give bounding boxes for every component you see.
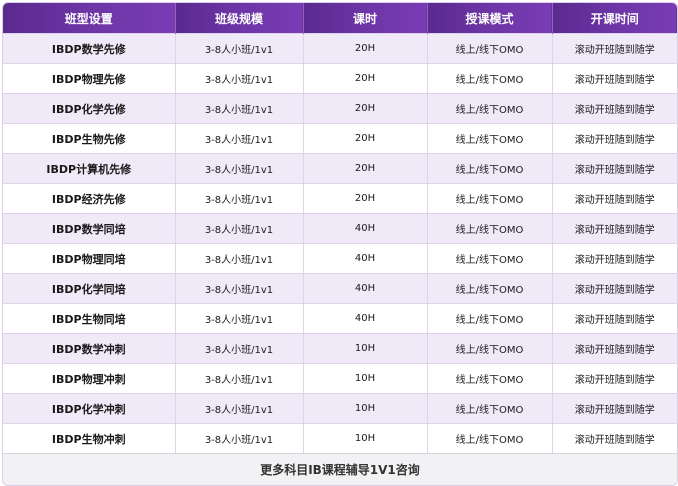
header-teaching-mode: 授课模式 — [427, 3, 553, 34]
cell-start-time: 滚动开班随到随学 — [552, 123, 677, 154]
cell-class-size: 3-8人小班/1v1 — [175, 243, 304, 274]
cell-start-time: 滚动开班随到随学 — [552, 393, 677, 424]
cell-class-type: IBDP化学同培 — [3, 273, 176, 304]
cell-teaching-mode: 线上/线下OMO — [427, 393, 553, 424]
cell-hours: 10H — [303, 333, 428, 364]
cell-class-size: 3-8人小班/1v1 — [175, 123, 304, 154]
cell-teaching-mode: 线上/线下OMO — [427, 423, 553, 454]
cell-hours: 40H — [303, 303, 428, 334]
cell-class-size: 3-8人小班/1v1 — [175, 63, 304, 94]
table-row: IBDP经济先修 3-8人小班/1v1 20H 线上/线下OMO 滚动开班随到随学 — [3, 183, 677, 214]
table-row: IBDP化学同培 3-8人小班/1v1 40H 线上/线下OMO 滚动开班随到随学 — [3, 273, 677, 304]
cell-class-size: 3-8人小班/1v1 — [175, 183, 304, 214]
cell-start-time: 滚动开班随到随学 — [552, 303, 677, 334]
cell-class-size: 3-8人小班/1v1 — [175, 273, 304, 304]
cell-teaching-mode: 线上/线下OMO — [427, 363, 553, 394]
cell-teaching-mode: 线上/线下OMO — [427, 243, 553, 274]
cell-teaching-mode: 线上/线下OMO — [427, 63, 553, 94]
cell-class-type: IBDP数学冲刺 — [3, 333, 176, 364]
cell-start-time: 滚动开班随到随学 — [552, 183, 677, 214]
header-row: 班型设置 班级规模 课时 授课模式 开课时间 — [3, 3, 677, 34]
cell-teaching-mode: 线上/线下OMO — [427, 33, 553, 64]
cell-start-time: 滚动开班随到随学 — [552, 63, 677, 94]
table-row: IBDP化学先修 3-8人小班/1v1 20H 线上/线下OMO 滚动开班随到随学 — [3, 93, 677, 124]
cell-start-time: 滚动开班随到随学 — [552, 243, 677, 274]
table-row: IBDP生物同培 3-8人小班/1v1 40H 线上/线下OMO 滚动开班随到随学 — [3, 303, 677, 334]
course-table-container: 班型设置 班级规模 课时 授课模式 开课时间 IBDP数学先修 3-8人小班/1v… — [2, 2, 678, 486]
cell-teaching-mode: 线上/线下OMO — [427, 303, 553, 334]
cell-hours: 40H — [303, 273, 428, 304]
cell-teaching-mode: 线上/线下OMO — [427, 123, 553, 154]
cell-class-type: IBDP物理先修 — [3, 63, 176, 94]
cell-start-time: 滚动开班随到随学 — [552, 273, 677, 304]
table-header: 班型设置 班级规模 课时 授课模式 开课时间 — [3, 3, 677, 34]
table-row: IBDP物理同培 3-8人小班/1v1 40H 线上/线下OMO 滚动开班随到随学 — [3, 243, 677, 274]
cell-class-size: 3-8人小班/1v1 — [175, 33, 304, 64]
cell-teaching-mode: 线上/线下OMO — [427, 273, 553, 304]
table-row: IBDP数学同培 3-8人小班/1v1 40H 线上/线下OMO 滚动开班随到随学 — [3, 213, 677, 244]
cell-class-size: 3-8人小班/1v1 — [175, 333, 304, 364]
table-row: IBDP数学冲刺 3-8人小班/1v1 10H 线上/线下OMO 滚动开班随到随学 — [3, 333, 677, 364]
cell-start-time: 滚动开班随到随学 — [552, 93, 677, 124]
cell-teaching-mode: 线上/线下OMO — [427, 213, 553, 244]
cell-class-type: IBDP生物同培 — [3, 303, 176, 334]
cell-hours: 20H — [303, 63, 428, 94]
header-hours: 课时 — [303, 3, 428, 34]
cell-start-time: 滚动开班随到随学 — [552, 213, 677, 244]
cell-teaching-mode: 线上/线下OMO — [427, 153, 553, 184]
cell-start-time: 滚动开班随到随学 — [552, 33, 677, 64]
table-row: IBDP物理先修 3-8人小班/1v1 20H 线上/线下OMO 滚动开班随到随学 — [3, 63, 677, 94]
cell-class-size: 3-8人小班/1v1 — [175, 303, 304, 334]
table-row: IBDP数学先修 3-8人小班/1v1 20H 线上/线下OMO 滚动开班随到随学 — [3, 33, 677, 64]
table-row: IBDP物理冲刺 3-8人小班/1v1 10H 线上/线下OMO 滚动开班随到随学 — [3, 363, 677, 394]
cell-hours: 20H — [303, 153, 428, 184]
cell-class-size: 3-8人小班/1v1 — [175, 213, 304, 244]
cell-class-type: IBDP化学冲刺 — [3, 393, 176, 424]
cell-class-size: 3-8人小班/1v1 — [175, 153, 304, 184]
cell-start-time: 滚动开班随到随学 — [552, 363, 677, 394]
cell-class-type: IBDP物理同培 — [3, 243, 176, 274]
table-body: IBDP数学先修 3-8人小班/1v1 20H 线上/线下OMO 滚动开班随到随学 IBD… — [3, 33, 677, 454]
cell-class-size: 3-8人小班/1v1 — [175, 363, 304, 394]
table-row: IBDP化学冲刺 3-8人小班/1v1 10H 线上/线下OMO 滚动开班随到随学 — [3, 393, 677, 424]
table-footer: 更多科目IB课程辅导1V1咨询 — [3, 453, 677, 485]
cell-class-type: IBDP物理冲刺 — [3, 363, 176, 394]
cell-hours: 20H — [303, 93, 428, 124]
cell-hours: 20H — [303, 183, 428, 214]
cell-hours: 40H — [303, 243, 428, 274]
cell-teaching-mode: 线上/线下OMO — [427, 333, 553, 364]
cell-class-type: IBDP数学同培 — [3, 213, 176, 244]
cell-start-time: 滚动开班随到随学 — [552, 153, 677, 184]
cell-class-type: IBDP生物冲刺 — [3, 423, 176, 454]
cell-class-type: IBDP计算机先修 — [3, 153, 176, 184]
cell-hours: 20H — [303, 33, 428, 64]
cell-hours: 40H — [303, 213, 428, 244]
table-row: IBDP计算机先修 3-8人小班/1v1 20H 线上/线下OMO 滚动开班随到随学 — [3, 153, 677, 184]
cell-class-type: IBDP生物先修 — [3, 123, 176, 154]
cell-hours: 10H — [303, 363, 428, 394]
cell-start-time: 滚动开班随到随学 — [552, 333, 677, 364]
table-row: IBDP生物先修 3-8人小班/1v1 20H 线上/线下OMO 滚动开班随到随学 — [3, 123, 677, 154]
cell-hours: 10H — [303, 423, 428, 454]
cell-class-size: 3-8人小班/1v1 — [175, 93, 304, 124]
cell-class-type: IBDP经济先修 — [3, 183, 176, 214]
footer-row: 更多科目IB课程辅导1V1咨询 — [3, 453, 677, 485]
header-class-size: 班级规模 — [175, 3, 304, 34]
cell-hours: 10H — [303, 393, 428, 424]
table-row: IBDP生物冲刺 3-8人小班/1v1 10H 线上/线下OMO 滚动开班随到随学 — [3, 423, 677, 454]
header-start-time: 开课时间 — [552, 3, 677, 34]
cell-class-size: 3-8人小班/1v1 — [175, 393, 304, 424]
cell-class-type: IBDP化学先修 — [3, 93, 176, 124]
cell-start-time: 滚动开班随到随学 — [552, 423, 677, 454]
cell-teaching-mode: 线上/线下OMO — [427, 183, 553, 214]
cell-teaching-mode: 线上/线下OMO — [427, 93, 553, 124]
cell-class-size: 3-8人小班/1v1 — [175, 423, 304, 454]
header-class-type: 班型设置 — [3, 3, 176, 34]
cell-hours: 20H — [303, 123, 428, 154]
course-table: 班型设置 班级规模 课时 授课模式 开课时间 IBDP数学先修 3-8人小班/1v… — [3, 3, 677, 485]
more-subjects-consult-link[interactable]: 更多科目IB课程辅导1V1咨询 — [3, 453, 677, 485]
cell-class-type: IBDP数学先修 — [3, 33, 176, 64]
